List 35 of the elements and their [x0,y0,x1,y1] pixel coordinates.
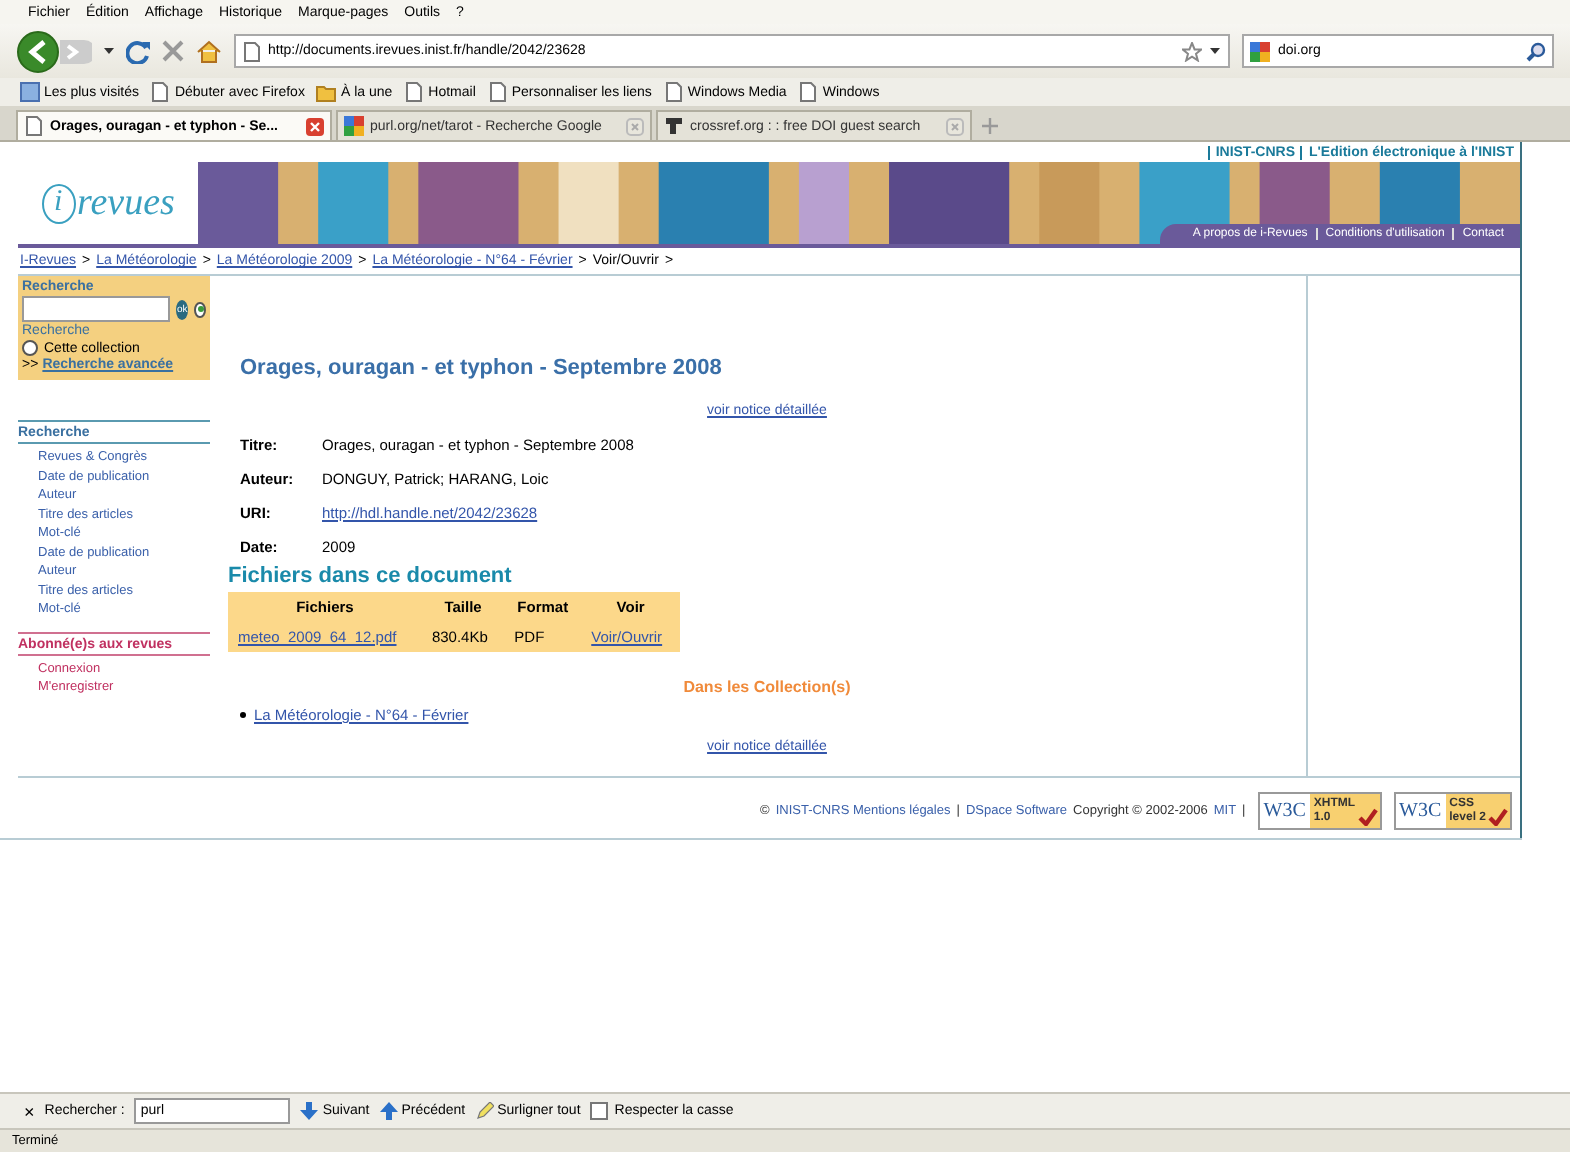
google-icon [344,116,364,136]
dropdown-icon[interactable] [1210,47,1220,55]
page-icon [487,82,508,102]
page-icon [150,82,171,102]
check-icon [1488,808,1508,826]
check-icon [1357,808,1378,826]
stop-icon[interactable] [162,40,184,62]
star-icon[interactable] [1182,41,1202,61]
back-button[interactable] [16,29,92,73]
page-icon [798,82,819,102]
section-title: Dans les Collection(s) [683,678,851,696]
page-title: Orages, ouragan - et typhon - Septembre 2008 [240,356,724,380]
page-icon [663,82,684,102]
section-title: Fichiers dans ce document [228,564,514,588]
bullet-icon [240,712,246,718]
google-icon[interactable] [1250,41,1270,61]
crossref-icon [664,116,684,136]
dropdown-icon[interactable] [104,47,114,55]
home-icon[interactable] [196,39,222,63]
up-arrow-icon [379,1102,398,1120]
pen-icon [475,1102,494,1120]
reload-icon[interactable] [126,39,150,63]
radio-button[interactable] [22,340,38,356]
search-field[interactable] [22,296,170,322]
close-button[interactable]: × [24,1101,35,1121]
page-icon [24,116,44,136]
folder-icon [316,82,337,102]
radio-button[interactable] [194,301,206,317]
page-icon [244,41,260,61]
bookmark-icon [20,82,40,102]
page-icon [404,82,425,102]
checkbox[interactable] [590,1102,609,1120]
down-arrow-icon [300,1102,319,1120]
site-logo: i revues [18,162,198,244]
search-icon[interactable] [1526,41,1546,61]
